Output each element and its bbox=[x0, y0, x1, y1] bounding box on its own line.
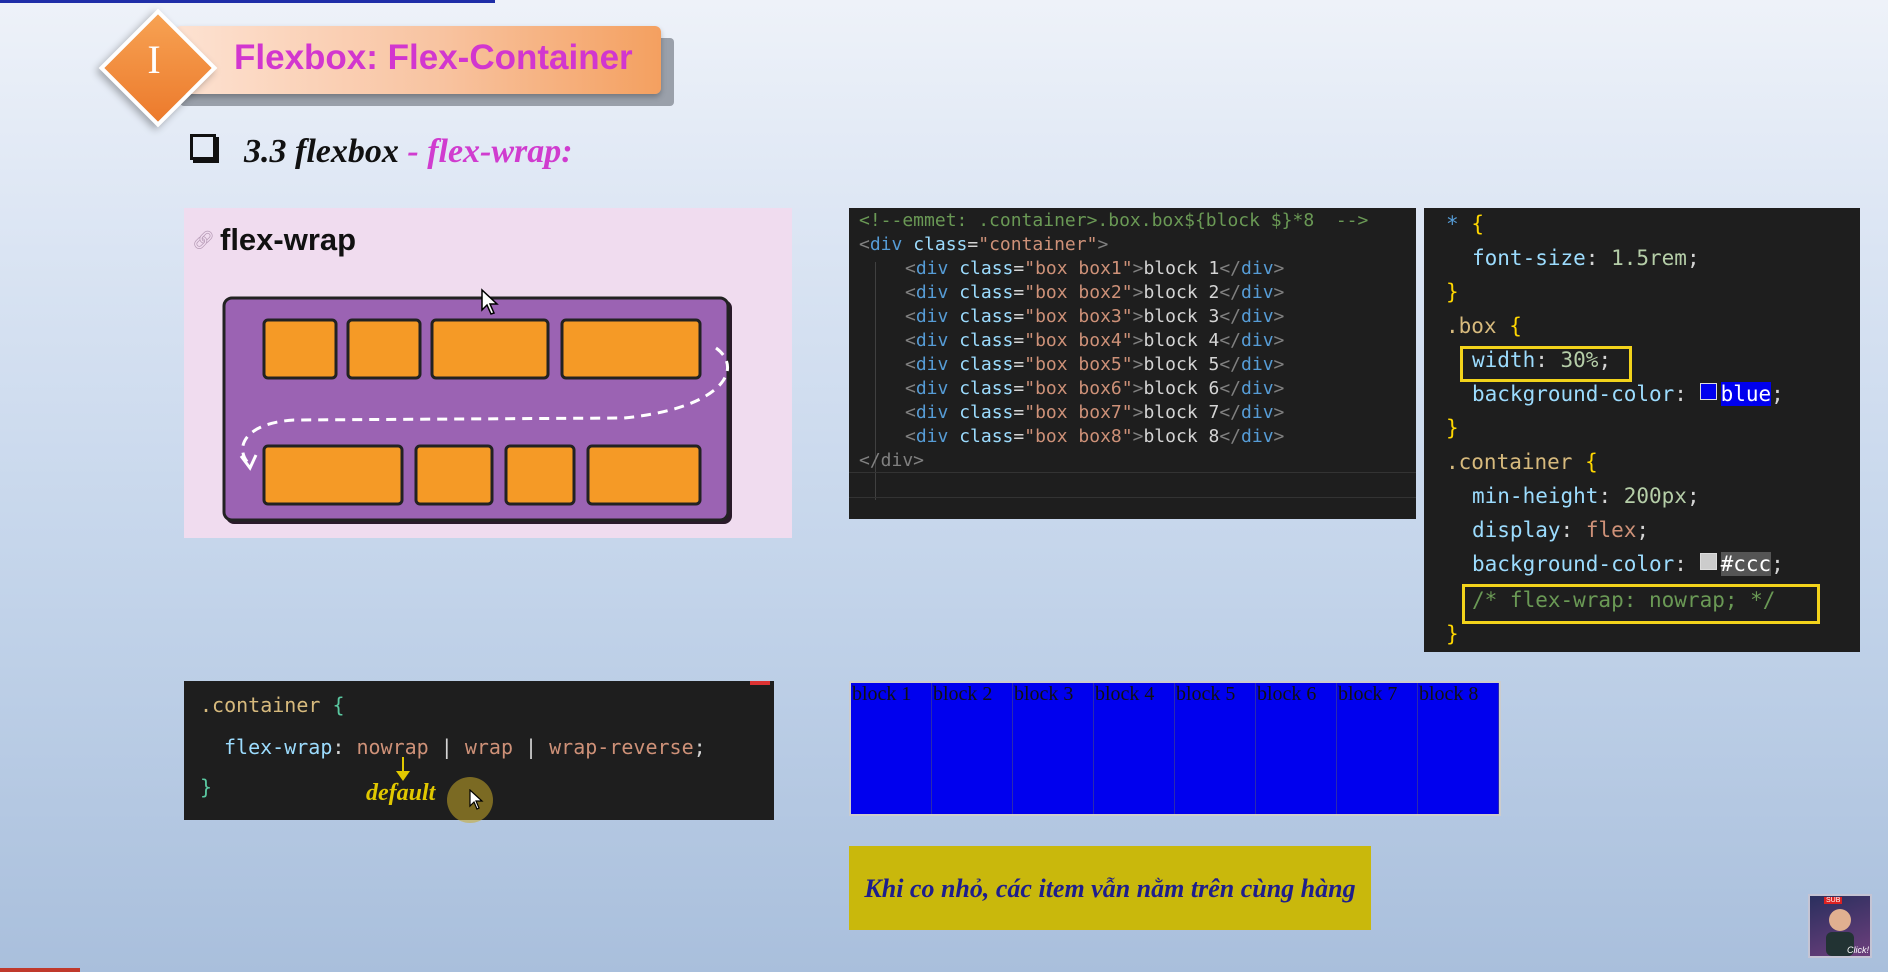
color-swatch-gray bbox=[1699, 553, 1717, 570]
demo-flex-item: block 7 bbox=[1337, 683, 1418, 814]
css-code-panel: * { font-size: 1.5rem; } .box { width: 3… bbox=[1424, 208, 1860, 652]
section-badge: I bbox=[98, 8, 218, 128]
checkbox-bullet-icon bbox=[190, 134, 216, 160]
demo-flex-item: block 6 bbox=[1256, 683, 1337, 814]
demo-flex-item: block 5 bbox=[1175, 683, 1256, 814]
flex-demo-container: block 1 block 2 block 3 block 4 block 5 block… bbox=[849, 681, 1501, 816]
section-number: I bbox=[147, 37, 161, 82]
css-display-line: display: flex; bbox=[1472, 518, 1650, 542]
code-container-open: <div class="container"> bbox=[859, 234, 1109, 255]
css-brace-close: } bbox=[1446, 280, 1459, 304]
html-code-panel: <!--emmet: .container>.box.box${block $}… bbox=[849, 208, 1416, 519]
subscribe-badge: SUB bbox=[1824, 897, 1843, 904]
diagram-box bbox=[262, 444, 404, 506]
diagram-box bbox=[346, 318, 422, 380]
flex-wrap-illustration: 🔗︎ flex-wrap bbox=[184, 208, 792, 538]
mouse-cursor-icon bbox=[481, 288, 499, 315]
code-box-line: <div class="box box1">block 1</div> bbox=[905, 258, 1285, 279]
css-box-selector: .box { bbox=[1446, 314, 1522, 338]
css-min-height-line: min-height: 200px; bbox=[1472, 484, 1700, 508]
subtitle-part-b: flex-wrap: bbox=[427, 133, 573, 170]
demo-row: block 1 block 2 block 3 block 4 block 5 block… bbox=[851, 683, 1499, 814]
subtitle-separator: - bbox=[398, 133, 428, 170]
diagram-box bbox=[560, 318, 702, 380]
demo-flex-item: block 1 bbox=[851, 683, 932, 814]
syntax-selector-line: .container { bbox=[200, 693, 345, 717]
mouse-cursor-icon bbox=[469, 789, 484, 810]
demo-flex-item: block 8 bbox=[1418, 683, 1499, 814]
css-font-size-line: font-size: 1.5rem; bbox=[1472, 246, 1700, 270]
page-title: Flexbox: Flex-Container bbox=[234, 38, 633, 77]
section-subtitle: 3.3 flexbox - flex-wrap: bbox=[190, 133, 573, 171]
top-accent-line bbox=[0, 0, 495, 3]
color-swatch-blue bbox=[1699, 383, 1717, 400]
diagram-box bbox=[262, 318, 338, 380]
demo-flex-item: block 4 bbox=[1094, 683, 1175, 814]
css-brace-close: } bbox=[1446, 416, 1459, 440]
css-comment-line: /* flex-wrap: nowrap; */ bbox=[1472, 588, 1776, 612]
caption-note: Khi co nhỏ, các item vẫn nằm trên cùng h… bbox=[849, 846, 1371, 930]
code-box-line: <div class="box box2">block 2</div> bbox=[905, 282, 1285, 303]
diagram-box bbox=[430, 318, 550, 380]
css-container-selector: .container { bbox=[1446, 450, 1598, 474]
wrap-diagram bbox=[222, 296, 732, 524]
demo-flex-item: block 3 bbox=[1013, 683, 1094, 814]
click-label: Click! bbox=[1847, 945, 1869, 955]
code-comment: <!--emmet: .container>.box.box${block $}… bbox=[859, 210, 1369, 231]
diagram-box bbox=[586, 444, 702, 506]
syntax-close-brace: } bbox=[200, 775, 213, 799]
current-line-highlight bbox=[849, 472, 1416, 498]
diagram-box bbox=[504, 444, 576, 506]
panel-marker bbox=[750, 681, 770, 685]
code-box-line: <div class="box box4">block 4</div> bbox=[905, 330, 1285, 351]
progress-indicator bbox=[0, 968, 80, 972]
code-box-line: <div class="box box6">block 6</div> bbox=[905, 378, 1285, 399]
default-label: default bbox=[366, 780, 436, 806]
code-box-line: <div class="box box5">block 5</div> bbox=[905, 354, 1285, 375]
channel-avatar[interactable]: SUB Click! bbox=[1808, 894, 1872, 958]
flex-wrap-syntax-panel: .container { flex-wrap: nowrap | wrap | … bbox=[184, 681, 774, 823]
syntax-property-line: flex-wrap: nowrap | wrap | wrap-reverse; bbox=[224, 735, 706, 759]
code-box-line: <div class="box box8">block 8</div> bbox=[905, 426, 1285, 447]
code-box-line: <div class="box box7">block 7</div> bbox=[905, 402, 1285, 423]
subtitle-part-a: 3.3 flexbox bbox=[244, 133, 399, 170]
diagram-box bbox=[414, 444, 494, 506]
css-universal-selector: * { bbox=[1446, 212, 1484, 236]
code-box-line: <div class="box box3">block 3</div> bbox=[905, 306, 1285, 327]
css-width-line: width: 30%; bbox=[1472, 348, 1612, 372]
css-bg-ccc-line: background-color: #ccc; bbox=[1472, 552, 1784, 576]
css-brace-close: } bbox=[1446, 622, 1459, 646]
demo-flex-item: block 2 bbox=[932, 683, 1013, 814]
css-bg-blue-line: background-color: blue; bbox=[1472, 382, 1784, 406]
code-container-close: </div> bbox=[859, 450, 925, 471]
